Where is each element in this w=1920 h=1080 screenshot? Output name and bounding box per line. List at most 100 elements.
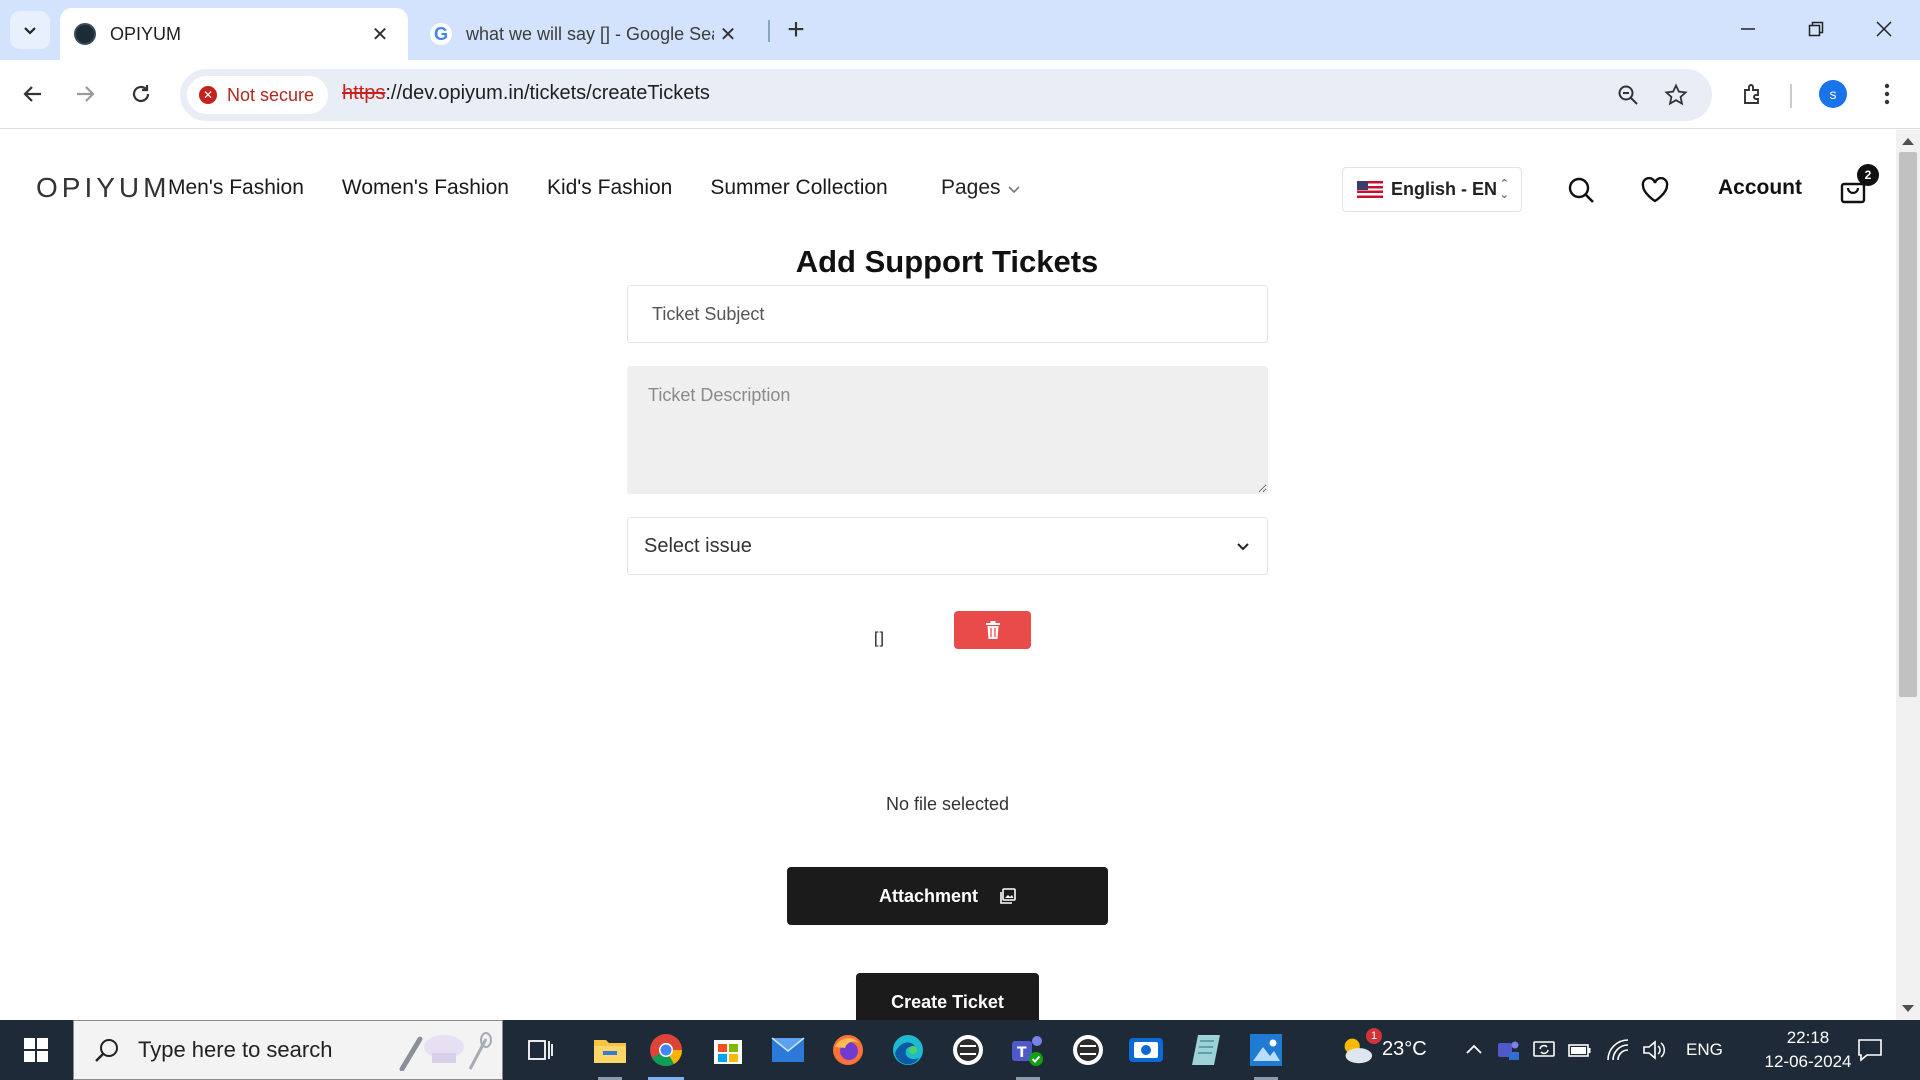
minimize-icon (1741, 28, 1755, 30)
cart-button[interactable]: 2 (1835, 164, 1879, 208)
opiyum-favicon-icon (74, 23, 96, 45)
site-logo[interactable]: OPIYUM (36, 172, 170, 204)
teams-icon (1498, 1041, 1519, 1060)
reload-button[interactable] (120, 73, 162, 115)
nav-mens-fashion[interactable]: Men's Fashion (168, 176, 304, 200)
display-sync-icon (1533, 1041, 1555, 1057)
ticket-subject-input[interactable] (627, 285, 1268, 343)
tray-teams[interactable] (1494, 1036, 1522, 1064)
tab-google-search[interactable]: G what we will say [] - Google Search ✕ (416, 8, 756, 60)
back-button[interactable] (12, 73, 54, 115)
taskbar-chrome[interactable] (644, 1028, 688, 1080)
ticket-description-textarea[interactable] (627, 366, 1268, 494)
nav-womens-fashion[interactable]: Women's Fashion (342, 176, 509, 200)
tab-close-icon[interactable]: ✕ (366, 20, 394, 48)
taskbar-microsoft-store[interactable] (706, 1028, 750, 1072)
attachment-label: Attachment (878, 885, 978, 906)
taskbar-edge[interactable] (886, 1028, 930, 1072)
teams-icon: T (1012, 1036, 1043, 1066)
weather-temperature[interactable]: 23°C (1382, 1038, 1427, 1061)
scroll-down-arrow-icon[interactable] (1902, 1005, 1914, 1012)
taskbar-teams[interactable]: T (1006, 1028, 1050, 1080)
restore-icon (1808, 21, 1824, 37)
chevron-up-icon (1466, 1044, 1482, 1054)
restore-button[interactable] (1786, 8, 1846, 50)
search-button[interactable] (1563, 172, 1599, 208)
taskbar-search-placeholder: Type here to search (138, 1037, 333, 1062)
close-window-button[interactable] (1854, 8, 1914, 50)
issue-select[interactable]: Select issue (627, 517, 1268, 575)
scroll-up-arrow-icon[interactable] (1902, 138, 1914, 145)
windows-logo-icon (24, 1038, 48, 1062)
nav-pages-dropdown[interactable]: Pages (941, 176, 1021, 200)
taskbar-notepad[interactable] (1184, 1028, 1228, 1072)
folder-icon (594, 1040, 626, 1063)
kebab-menu-icon (1884, 83, 1890, 105)
profile-button[interactable]: s (1812, 73, 1854, 115)
app-icon (953, 1035, 983, 1065)
task-view-button[interactable] (518, 1028, 562, 1072)
search-icon (94, 1037, 120, 1063)
taskbar-file-explorer[interactable] (588, 1028, 632, 1080)
weather-widget[interactable]: 1 (1338, 1028, 1382, 1064)
bookmark-button[interactable] (1658, 77, 1694, 113)
page-scrollbar[interactable] (1896, 130, 1920, 1020)
minimize-button[interactable] (1718, 8, 1778, 50)
show-hidden-icons-button[interactable] (1460, 1036, 1488, 1064)
windows-taskbar: Type here to search T 1 23°C ENG 22:18 1… (0, 1020, 1920, 1080)
zoom-icon (1618, 85, 1638, 105)
tab-opiyum[interactable]: OPIYUM ✕ (60, 8, 408, 60)
nav-kids-fashion[interactable]: Kid's Fashion (547, 176, 672, 200)
tab-title: OPIYUM (110, 23, 182, 44)
wishlist-button[interactable] (1637, 172, 1673, 208)
weather-badge: 1 (1366, 1028, 1382, 1044)
url-path: ://dev.opiyum.in/tickets/createTickets (385, 82, 710, 104)
create-ticket-label: Create Ticket (891, 991, 1004, 1012)
wifi-icon (1607, 1039, 1629, 1061)
security-chip[interactable]: ✕ Not secure (187, 76, 329, 114)
start-button[interactable] (0, 1020, 72, 1080)
attachment-list-text: [] (874, 630, 885, 647)
taskbar-photos[interactable] (1244, 1028, 1288, 1080)
tray-wifi[interactable] (1604, 1036, 1632, 1064)
notepad-icon (1192, 1035, 1220, 1065)
address-bar[interactable]: ✕ Not secure https://dev.opiyum.in/ticke… (180, 69, 1712, 121)
tab-search-button[interactable] (10, 11, 50, 49)
new-tab-button[interactable]: + (778, 12, 814, 48)
taskbar-mail[interactable] (766, 1028, 810, 1072)
taskbar-search-box[interactable]: Type here to search (73, 1020, 503, 1080)
chevron-down-icon (1237, 543, 1249, 551)
image-gallery-icon (1000, 888, 1016, 904)
tray-display[interactable] (1530, 1036, 1558, 1064)
scrollbar-thumb[interactable] (1899, 152, 1917, 697)
svg-text:T: T (1017, 1045, 1027, 1061)
notifications-button[interactable] (1856, 1036, 1884, 1064)
store-icon (714, 1040, 742, 1064)
taskbar-firefox[interactable] (826, 1028, 870, 1072)
arrow-left-icon (23, 86, 41, 102)
language-select[interactable]: English - EN ⌃ ⌄ (1342, 167, 1522, 212)
nav-summer-collection[interactable]: Summer Collection (710, 176, 887, 200)
zoom-button[interactable] (1610, 77, 1646, 113)
tray-battery[interactable] (1566, 1036, 1594, 1064)
input-language[interactable]: ENG (1686, 1040, 1723, 1060)
not-secure-icon: ✕ (199, 86, 217, 104)
taskbar-eclipse-app-2[interactable] (1066, 1028, 1110, 1072)
attachment-button[interactable]: Attachment (787, 867, 1108, 925)
forward-button[interactable] (64, 73, 106, 115)
plus-icon: + (787, 13, 805, 46)
taskbar-eclipse-app[interactable] (946, 1028, 990, 1072)
tray-volume[interactable] (1640, 1036, 1668, 1064)
url-text[interactable]: https://dev.opiyum.in/tickets/createTick… (342, 82, 710, 105)
delete-attachment-button[interactable] (954, 611, 1031, 649)
toolbar-divider (1790, 84, 1792, 108)
taskbar-camera[interactable] (1124, 1028, 1168, 1072)
tab-close-icon[interactable]: ✕ (714, 20, 742, 48)
chrome-icon (650, 1034, 683, 1067)
browser-menu-button[interactable] (1866, 73, 1908, 115)
page-title: Add Support Tickets (795, 244, 1099, 279)
taskbar-clock[interactable]: 22:18 12-06-2024 (1758, 1026, 1858, 1074)
create-ticket-button[interactable]: Create Ticket (856, 973, 1039, 1020)
account-link[interactable]: Account (1718, 176, 1802, 200)
extensions-button[interactable] (1732, 73, 1774, 115)
